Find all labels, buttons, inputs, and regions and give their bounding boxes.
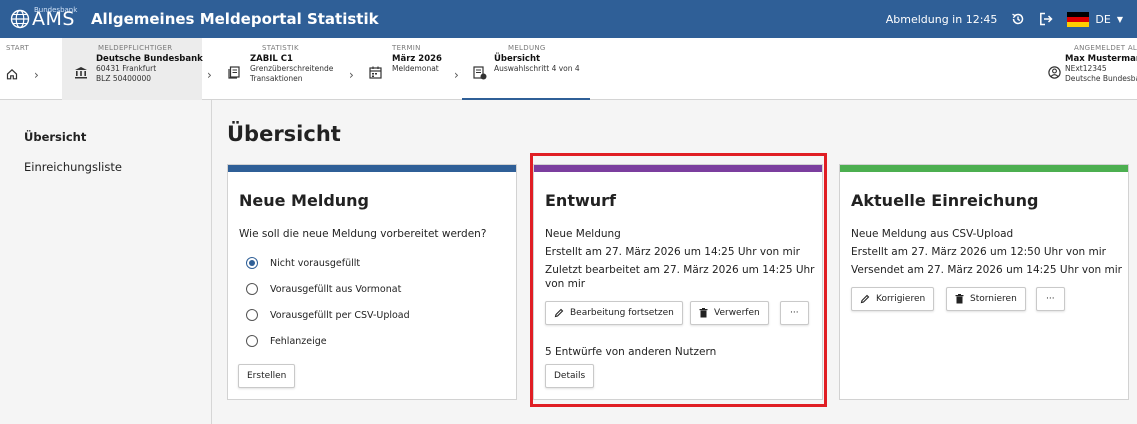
step-caption: START xyxy=(6,44,30,52)
step-detail: Grenzüberschreitende xyxy=(250,64,334,73)
sidebar-item-einreichungsliste[interactable]: Einreichungsliste xyxy=(24,160,122,174)
radio-selected-icon xyxy=(246,257,258,269)
radio-label: Fehlanzeige xyxy=(270,335,327,347)
submission-created: Erstellt am 27. März 2026 um 12:50 Uhr v… xyxy=(851,246,1106,258)
top-bar: Bundesbank AMS Allgemeines Meldeportal S… xyxy=(0,0,1137,38)
step-caption: ANGEMELDET ALS xyxy=(1074,44,1137,52)
step-detail: BLZ 50400000 xyxy=(96,74,152,83)
history-icon[interactable] xyxy=(1011,12,1025,26)
breadcrumb-stepper: START › MELDEPFLICHTIGER Deutsche Bundes… xyxy=(0,38,1137,100)
active-step-indicator xyxy=(462,98,590,100)
step-meldepflichtiger[interactable]: MELDEPFLICHTIGER Deutsche Bundesbank 604… xyxy=(62,38,203,100)
button-label: Erstellen xyxy=(247,371,287,381)
page-title: Übersicht xyxy=(227,122,341,146)
card-accent-bar xyxy=(840,165,1128,172)
sidebar-item-uebersicht[interactable]: Übersicht xyxy=(24,130,86,144)
step-caption: MELDEPFLICHTIGER xyxy=(98,44,173,52)
step-start[interactable]: START xyxy=(0,38,62,100)
radio-label: Vorausgefüllt per CSV-Upload xyxy=(270,309,410,321)
user-info[interactable]: ANGEMELDET ALS Max Mustermann NExt12345 … xyxy=(1040,38,1137,100)
app-title: Allgemeines Meldeportal Statistik xyxy=(90,10,379,28)
app-logo[interactable]: Bundesbank AMS xyxy=(10,6,78,29)
document-icon xyxy=(228,66,240,79)
step-termin[interactable]: TERMIN März 2026 Meldemonat xyxy=(360,38,456,100)
chevron-right-icon: › xyxy=(349,68,354,82)
step-title: März 2026 xyxy=(392,54,442,64)
correct-button[interactable]: Korrigieren xyxy=(851,287,935,311)
more-icon: ··· xyxy=(1046,294,1055,304)
button-label: Stornieren xyxy=(970,294,1017,304)
logo-subtext: Bundesbank xyxy=(34,6,78,14)
radio-label: Vorausgefüllt aus Vormonat xyxy=(270,283,402,295)
step-meldung[interactable]: MELDUNG Übersicht Auswahlschritt 4 von 4 xyxy=(462,38,590,100)
trash-icon xyxy=(955,294,964,304)
pencil-icon xyxy=(860,294,870,304)
more-options-button[interactable]: ··· xyxy=(1036,287,1065,311)
radio-label: Nicht vorausgefüllt xyxy=(270,257,361,269)
bank-icon xyxy=(75,67,87,79)
user-name: Max Mustermann xyxy=(1065,54,1137,64)
step-caption: TERMIN xyxy=(392,44,421,52)
step-title: Deutsche Bundesbank xyxy=(96,54,203,64)
radio-fehlanzeige[interactable]: Fehlanzeige xyxy=(246,335,327,347)
submission-type: Neue Meldung aus CSV-Upload xyxy=(851,228,1014,240)
radio-vormonat[interactable]: Vorausgefüllt aus Vormonat xyxy=(246,283,401,295)
step-caption: MELDUNG xyxy=(508,44,546,52)
radio-csv-upload[interactable]: Vorausgefüllt per CSV-Upload xyxy=(246,309,410,321)
step-detail: Auswahlschritt 4 von 4 xyxy=(494,64,580,73)
radio-icon xyxy=(246,335,258,347)
user-org: Deutsche Bundesbank xyxy=(1065,74,1137,83)
document-settings-icon xyxy=(473,66,487,80)
radio-nicht-vorausgefuellt[interactable]: Nicht vorausgefüllt xyxy=(246,257,360,269)
card-accent-bar xyxy=(228,165,516,172)
language-label: DE xyxy=(1095,12,1111,26)
calendar-icon xyxy=(369,66,382,79)
globe-icon xyxy=(10,9,30,29)
user-id: NExt12345 xyxy=(1065,64,1107,73)
home-icon xyxy=(6,68,18,80)
card-title: Aktuelle Einreichung xyxy=(851,191,1039,210)
logout-icon[interactable] xyxy=(1039,12,1053,26)
radio-icon xyxy=(246,309,258,321)
chevron-right-icon: › xyxy=(34,68,39,82)
step-title: ZABIL C1 xyxy=(250,54,293,64)
session-timer: Abmeldung in 12:45 xyxy=(885,12,998,26)
step-title: Übersicht xyxy=(494,54,541,64)
step-detail: 60431 Frankfurt xyxy=(96,64,157,73)
create-button[interactable]: Erstellen xyxy=(238,364,296,388)
step-statistik[interactable]: STATISTIK ZABIL C1 Grenzüberschreitende … xyxy=(218,38,350,100)
radio-icon xyxy=(246,283,258,295)
button-label: Korrigieren xyxy=(876,294,926,304)
highlight-frame xyxy=(530,153,827,407)
user-icon xyxy=(1048,66,1061,79)
chevron-right-icon: › xyxy=(454,68,459,82)
chevron-down-icon: ▼ xyxy=(1116,14,1123,24)
language-selector[interactable]: DE ▼ xyxy=(1067,11,1123,27)
chevron-right-icon: › xyxy=(207,68,212,82)
card-title: Neue Meldung xyxy=(239,191,369,210)
card-neue-meldung: Neue Meldung Wie soll die neue Meldung v… xyxy=(227,164,517,400)
step-caption: STATISTIK xyxy=(262,44,299,52)
card-aktuelle-einreichung: Aktuelle Einreichung Neue Meldung aus CS… xyxy=(839,164,1129,400)
submission-sent: Versendet am 27. März 2026 um 14:25 Uhr … xyxy=(851,264,1122,276)
card-question: Wie soll die neue Meldung vorbereitet we… xyxy=(239,228,487,240)
step-detail: Transaktionen xyxy=(250,74,303,83)
step-detail: Meldemonat xyxy=(392,64,439,73)
cancel-submission-button[interactable]: Stornieren xyxy=(946,287,1026,311)
sidebar: Übersicht Einreichungsliste xyxy=(0,100,212,424)
german-flag-icon xyxy=(1067,11,1090,27)
